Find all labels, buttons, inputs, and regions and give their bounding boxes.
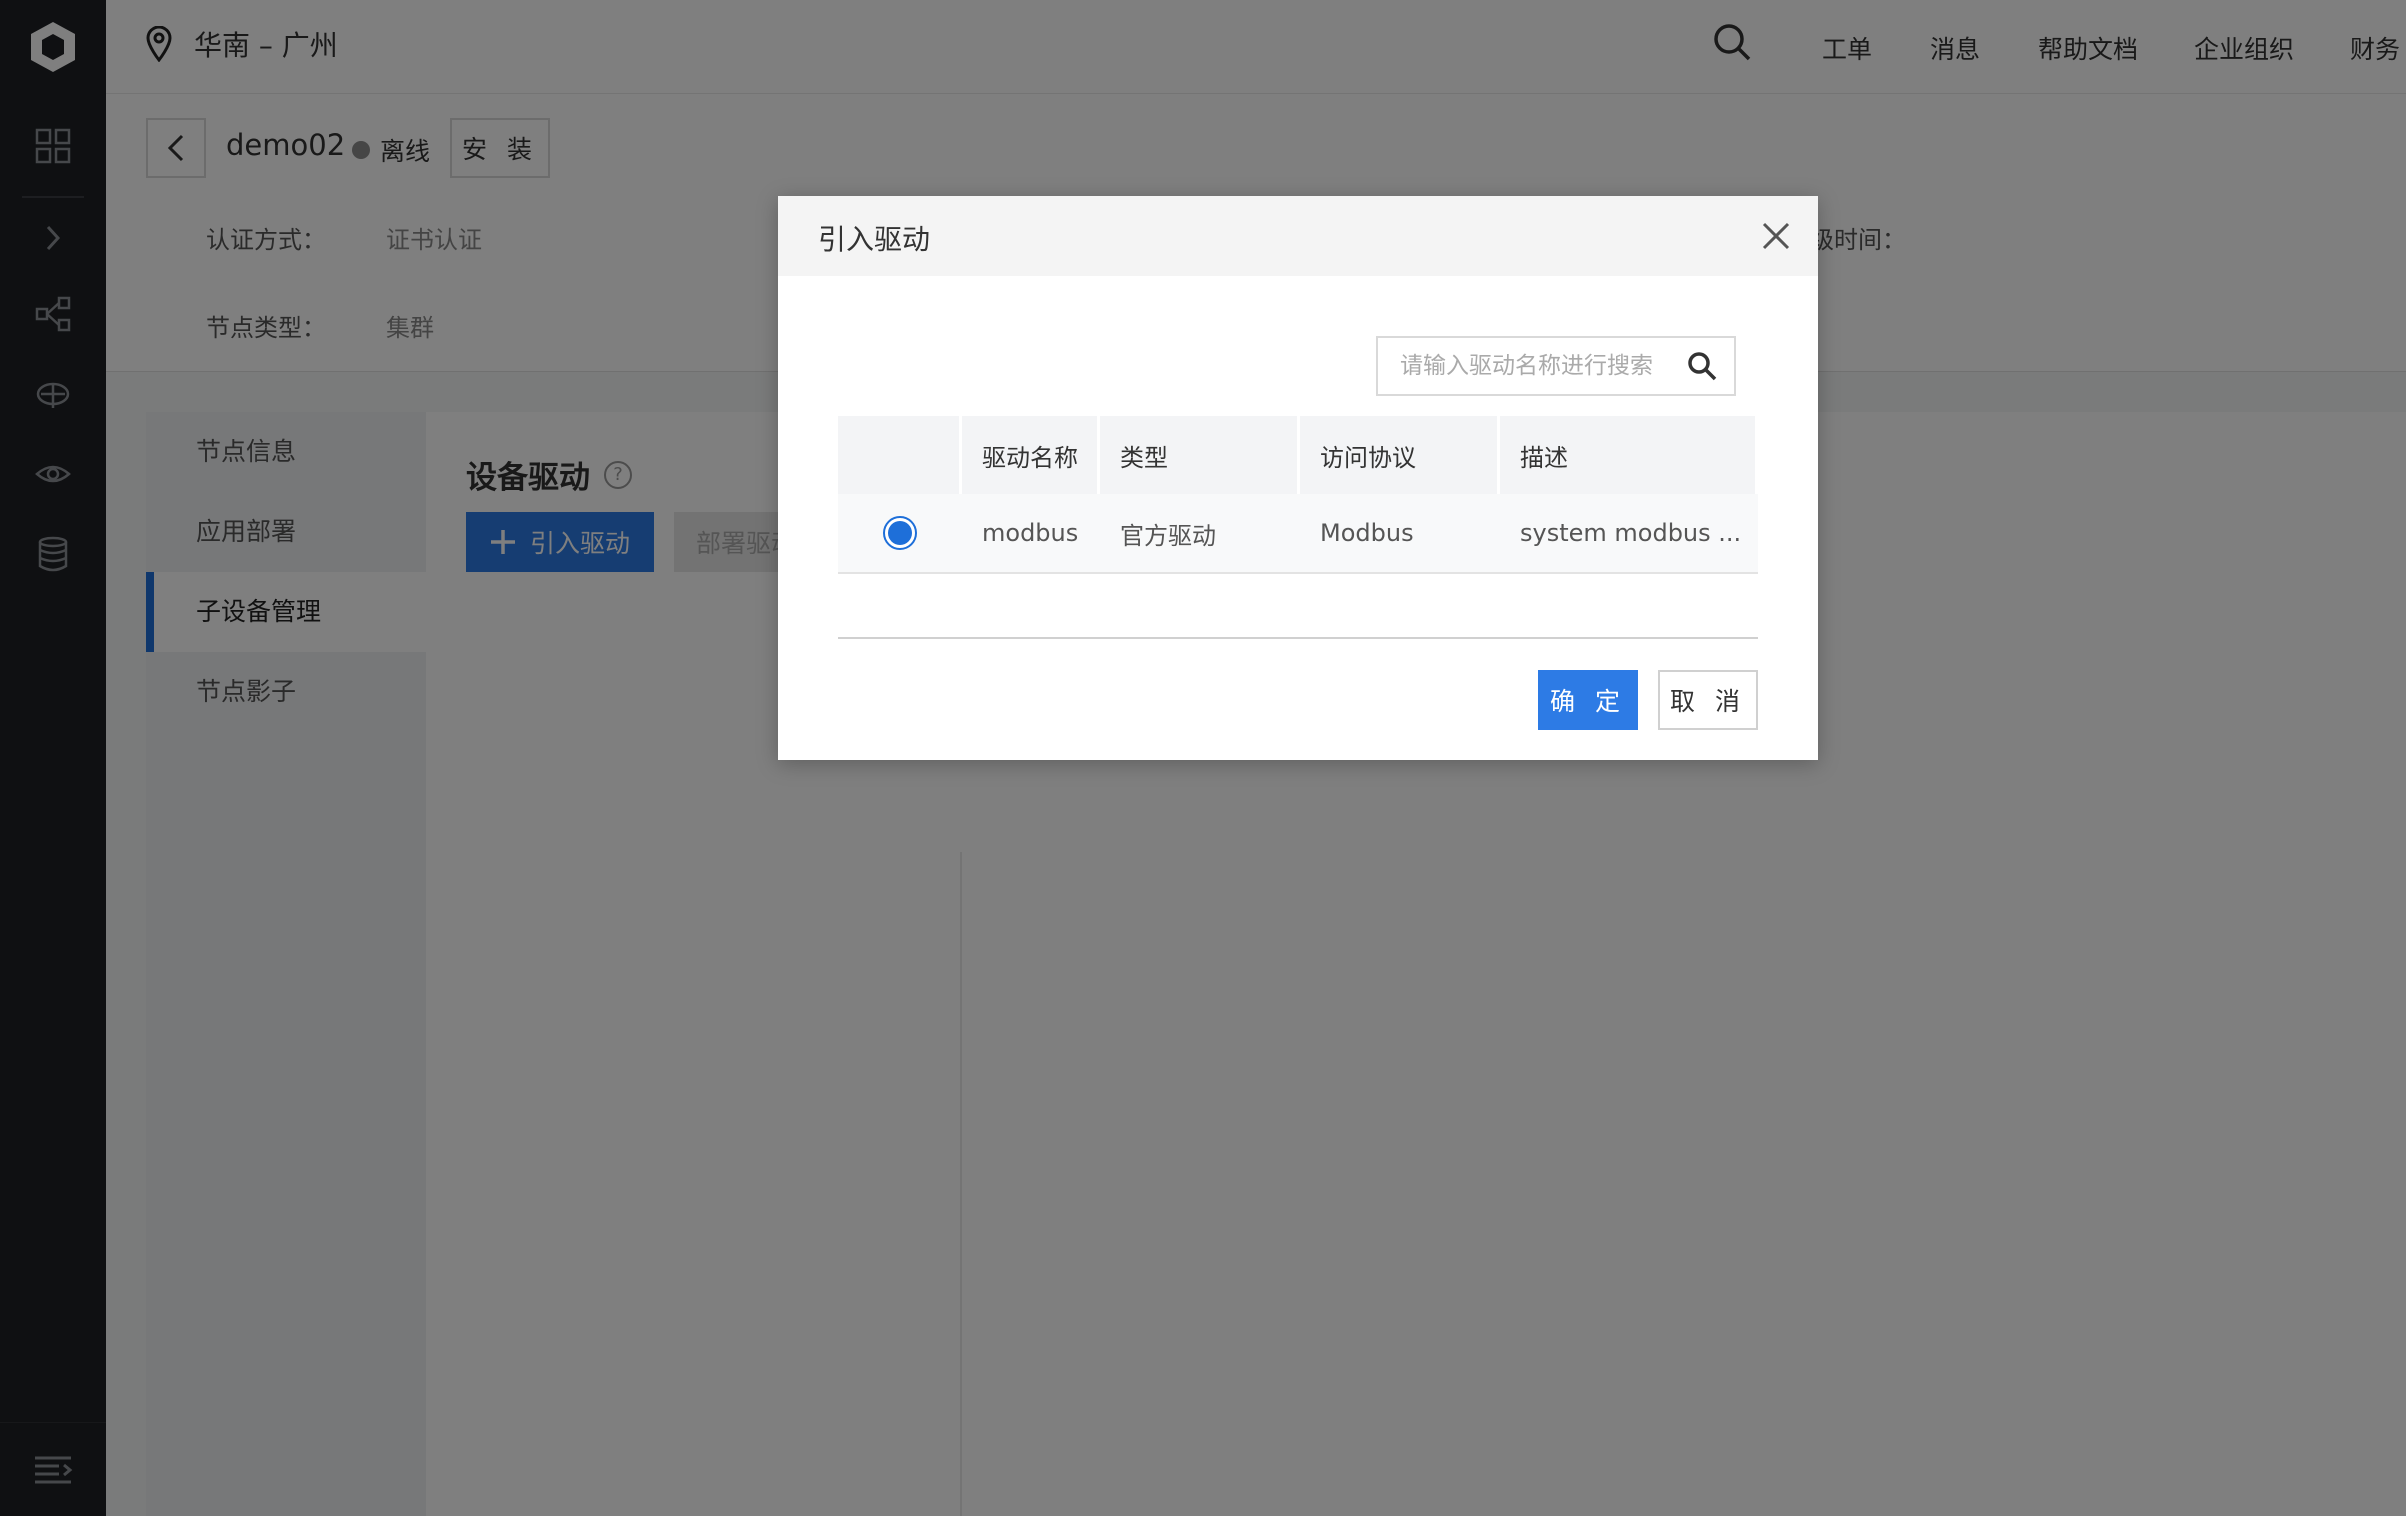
close-icon[interactable] xyxy=(1756,216,1796,256)
cancel-button[interactable]: 取 消 xyxy=(1658,670,1758,730)
import-driver-dialog: 引入驱动 驱动名称 类型 访问协议 描述 modbus 官方驱动 xyxy=(778,196,1818,760)
dialog-footer-divider xyxy=(838,637,1758,639)
dialog-title: 引入驱动 xyxy=(818,223,931,256)
driver-search-box xyxy=(1376,336,1736,396)
driver-name-cell: modbus xyxy=(982,519,1079,547)
radio-checked-dot xyxy=(888,521,912,545)
search-icon[interactable] xyxy=(1674,338,1730,394)
confirm-button[interactable]: 确 定 xyxy=(1538,670,1638,730)
driver-desc-cell: system modbus ... xyxy=(1520,519,1742,547)
dialog-header: 引入驱动 xyxy=(778,196,1818,276)
column-header-protocol: 访问协议 xyxy=(1300,416,1500,494)
driver-table: 驱动名称 类型 访问协议 描述 modbus 官方驱动 Modbus syste… xyxy=(838,416,1758,574)
driver-type-cell: 官方驱动 xyxy=(1120,521,1216,550)
column-header-type: 类型 xyxy=(1100,416,1300,494)
column-header-select xyxy=(838,416,962,494)
row-radio[interactable] xyxy=(883,516,917,550)
driver-search-input[interactable] xyxy=(1378,338,1674,394)
column-header-desc: 描述 xyxy=(1500,416,1758,494)
column-header-name: 驱动名称 xyxy=(962,416,1100,494)
driver-protocol-cell: Modbus xyxy=(1320,519,1414,547)
row-select-cell xyxy=(838,494,962,572)
table-row[interactable]: modbus 官方驱动 Modbus system modbus ... xyxy=(838,494,1758,574)
table-header: 驱动名称 类型 访问协议 描述 xyxy=(838,416,1758,494)
